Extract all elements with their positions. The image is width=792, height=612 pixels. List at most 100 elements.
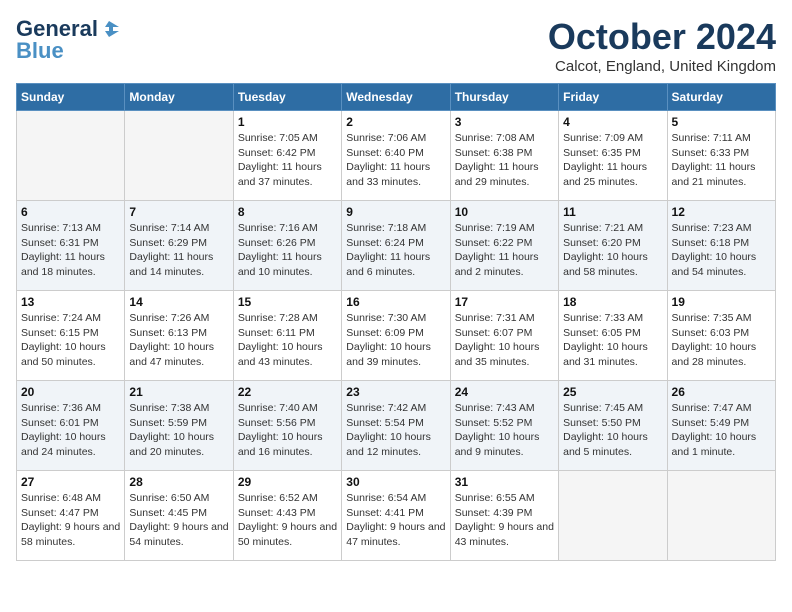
calendar-day-cell: 21 Sunrise: 7:38 AMSunset: 5:59 PMDayligh…: [125, 381, 233, 471]
calendar-day-cell: 9 Sunrise: 7:18 AMSunset: 6:24 PMDaylight…: [342, 201, 450, 291]
day-info: Sunrise: 7:30 AMSunset: 6:09 PMDaylight:…: [346, 311, 445, 370]
day-number: 22: [238, 385, 337, 399]
calendar-day-cell: [559, 471, 667, 561]
calendar-day-cell: 4Sunrise: 7:09 AMSunset: 6:35 PMDaylight…: [559, 111, 667, 201]
calendar-day-cell: 16Sunrise: 7:30 AMSunset: 6:09 PMDayligh…: [342, 291, 450, 381]
location: Calcot, England, United Kingdom: [548, 58, 776, 75]
calendar-day-cell: [667, 471, 775, 561]
day-number: 2: [346, 115, 445, 129]
calendar-day-cell: 18 Sunrise: 7:33 AMSunset: 6:05 PMDayligh…: [559, 291, 667, 381]
day-info: Sunrise: 7:26 AMSunset: 6:13 PMDaylight:…: [129, 311, 228, 370]
weekday-header-row: SundayMondayTuesdayWednesdayThursdayFrid…: [17, 84, 776, 111]
calendar-week-row: 6 Sunrise: 7:13 AMSunset: 6:31 PMDaylight…: [17, 201, 776, 291]
calendar-day-cell: 17Sunrise: 7:31 AMSunset: 6:07 PMDayligh…: [450, 291, 558, 381]
day-number: 27: [21, 475, 120, 489]
weekday-header: Thursday: [450, 84, 558, 111]
calendar-day-cell: 15Sunrise: 7:28 AMSunset: 6:11 PMDayligh…: [233, 291, 341, 381]
calendar-day-cell: 14 Sunrise: 7:26 AMSunset: 6:13 PMDayligh…: [125, 291, 233, 381]
day-info: Sunrise: 7:06 AMSunset: 6:40 PMDaylight:…: [346, 131, 445, 190]
calendar-day-cell: 2 Sunrise: 7:06 AMSunset: 6:40 PMDaylight…: [342, 111, 450, 201]
calendar-day-cell: 7Sunrise: 7:14 AMSunset: 6:29 PMDaylight…: [125, 201, 233, 291]
day-number: 5: [672, 115, 771, 129]
day-info: Sunrise: 7:21 AMSunset: 6:20 PMDaylight:…: [563, 221, 662, 280]
calendar-day-cell: 31 Sunrise: 6:55 AMSunset: 4:39 PMDayligh…: [450, 471, 558, 561]
day-info: Sunrise: 7:43 AMSunset: 5:52 PMDaylight:…: [455, 401, 554, 460]
calendar-day-cell: 19 Sunrise: 7:35 AMSunset: 6:03 PMDayligh…: [667, 291, 775, 381]
day-info: Sunrise: 7:24 AMSunset: 6:15 PMDaylight:…: [21, 311, 120, 370]
calendar-week-row: 20Sunrise: 7:36 AMSunset: 6:01 PMDayligh…: [17, 381, 776, 471]
day-number: 10: [455, 205, 554, 219]
calendar-day-cell: 25Sunrise: 7:45 AMSunset: 5:50 PMDayligh…: [559, 381, 667, 471]
day-number: 12: [672, 205, 771, 219]
day-info: Sunrise: 6:52 AMSunset: 4:43 PMDaylight:…: [238, 491, 337, 550]
day-info: Sunrise: 6:55 AMSunset: 4:39 PMDaylight:…: [455, 491, 554, 550]
day-number: 31: [455, 475, 554, 489]
calendar-day-cell: 22Sunrise: 7:40 AMSunset: 5:56 PMDayligh…: [233, 381, 341, 471]
day-info: Sunrise: 7:28 AMSunset: 6:11 PMDaylight:…: [238, 311, 337, 370]
calendar-day-cell: 24 Sunrise: 7:43 AMSunset: 5:52 PMDayligh…: [450, 381, 558, 471]
calendar-day-cell: 12 Sunrise: 7:23 AMSunset: 6:18 PMDayligh…: [667, 201, 775, 291]
calendar-day-cell: [17, 111, 125, 201]
day-info: Sunrise: 7:05 AMSunset: 6:42 PMDaylight:…: [238, 131, 337, 190]
weekday-header: Monday: [125, 84, 233, 111]
weekday-header: Saturday: [667, 84, 775, 111]
day-info: Sunrise: 7:14 AMSunset: 6:29 PMDaylight:…: [129, 221, 228, 280]
calendar-day-cell: 29 Sunrise: 6:52 AMSunset: 4:43 PMDayligh…: [233, 471, 341, 561]
day-info: Sunrise: 7:33 AMSunset: 6:05 PMDaylight:…: [563, 311, 662, 370]
calendar-day-cell: 13 Sunrise: 7:24 AMSunset: 6:15 PMDayligh…: [17, 291, 125, 381]
day-number: 17: [455, 295, 554, 309]
day-info: Sunrise: 6:50 AMSunset: 4:45 PMDaylight:…: [129, 491, 228, 550]
page-header: General Blue October 2024 Calcot, Englan…: [16, 16, 776, 75]
day-number: 13: [21, 295, 120, 309]
weekday-header: Friday: [559, 84, 667, 111]
calendar-day-cell: 26 Sunrise: 7:47 AMSunset: 5:49 PMDayligh…: [667, 381, 775, 471]
day-number: 30: [346, 475, 445, 489]
calendar-day-cell: 28 Sunrise: 6:50 AMSunset: 4:45 PMDayligh…: [125, 471, 233, 561]
day-number: 18: [563, 295, 662, 309]
day-number: 6: [21, 205, 120, 219]
calendar-day-cell: 1 Sunrise: 7:05 AMSunset: 6:42 PMDaylight…: [233, 111, 341, 201]
day-number: 9: [346, 205, 445, 219]
calendar-week-row: 27 Sunrise: 6:48 AMSunset: 4:47 PMDayligh…: [17, 471, 776, 561]
day-info: Sunrise: 7:19 AMSunset: 6:22 PMDaylight:…: [455, 221, 554, 280]
calendar-day-cell: 20Sunrise: 7:36 AMSunset: 6:01 PMDayligh…: [17, 381, 125, 471]
day-info: Sunrise: 7:45 AMSunset: 5:50 PMDaylight:…: [563, 401, 662, 460]
logo-blue: Blue: [16, 38, 64, 64]
day-info: Sunrise: 7:47 AMSunset: 5:49 PMDaylight:…: [672, 401, 771, 460]
day-info: Sunrise: 7:36 AMSunset: 6:01 PMDaylight:…: [21, 401, 120, 460]
calendar-week-row: 1 Sunrise: 7:05 AMSunset: 6:42 PMDaylight…: [17, 111, 776, 201]
day-info: Sunrise: 7:13 AMSunset: 6:31 PMDaylight:…: [21, 221, 120, 280]
day-number: 3: [455, 115, 554, 129]
day-number: 23: [346, 385, 445, 399]
weekday-header: Tuesday: [233, 84, 341, 111]
day-number: 28: [129, 475, 228, 489]
calendar-day-cell: 8Sunrise: 7:16 AMSunset: 6:26 PMDaylight…: [233, 201, 341, 291]
calendar-day-cell: 30Sunrise: 6:54 AMSunset: 4:41 PMDayligh…: [342, 471, 450, 561]
calendar-day-cell: 23Sunrise: 7:42 AMSunset: 5:54 PMDayligh…: [342, 381, 450, 471]
calendar-day-cell: 27 Sunrise: 6:48 AMSunset: 4:47 PMDayligh…: [17, 471, 125, 561]
logo: General Blue: [16, 16, 120, 64]
day-info: Sunrise: 6:48 AMSunset: 4:47 PMDaylight:…: [21, 491, 120, 550]
day-number: 19: [672, 295, 771, 309]
calendar-day-cell: 6 Sunrise: 7:13 AMSunset: 6:31 PMDaylight…: [17, 201, 125, 291]
day-number: 8: [238, 205, 337, 219]
day-number: 4: [563, 115, 662, 129]
calendar-week-row: 13 Sunrise: 7:24 AMSunset: 6:15 PMDayligh…: [17, 291, 776, 381]
day-number: 14: [129, 295, 228, 309]
day-info: Sunrise: 7:18 AMSunset: 6:24 PMDaylight:…: [346, 221, 445, 280]
day-number: 29: [238, 475, 337, 489]
day-number: 26: [672, 385, 771, 399]
calendar-day-cell: [125, 111, 233, 201]
title-section: October 2024 Calcot, England, United Kin…: [548, 16, 776, 75]
calendar-day-cell: 11Sunrise: 7:21 AMSunset: 6:20 PMDayligh…: [559, 201, 667, 291]
day-number: 1: [238, 115, 337, 129]
day-number: 24: [455, 385, 554, 399]
calendar-table: SundayMondayTuesdayWednesdayThursdayFrid…: [16, 83, 776, 561]
day-info: Sunrise: 7:23 AMSunset: 6:18 PMDaylight:…: [672, 221, 771, 280]
day-number: 21: [129, 385, 228, 399]
weekday-header: Wednesday: [342, 84, 450, 111]
logo-bird-icon: [99, 19, 119, 39]
calendar-day-cell: 5Sunrise: 7:11 AMSunset: 6:33 PMDaylight…: [667, 111, 775, 201]
day-info: Sunrise: 7:38 AMSunset: 5:59 PMDaylight:…: [129, 401, 228, 460]
day-info: Sunrise: 7:35 AMSunset: 6:03 PMDaylight:…: [672, 311, 771, 370]
